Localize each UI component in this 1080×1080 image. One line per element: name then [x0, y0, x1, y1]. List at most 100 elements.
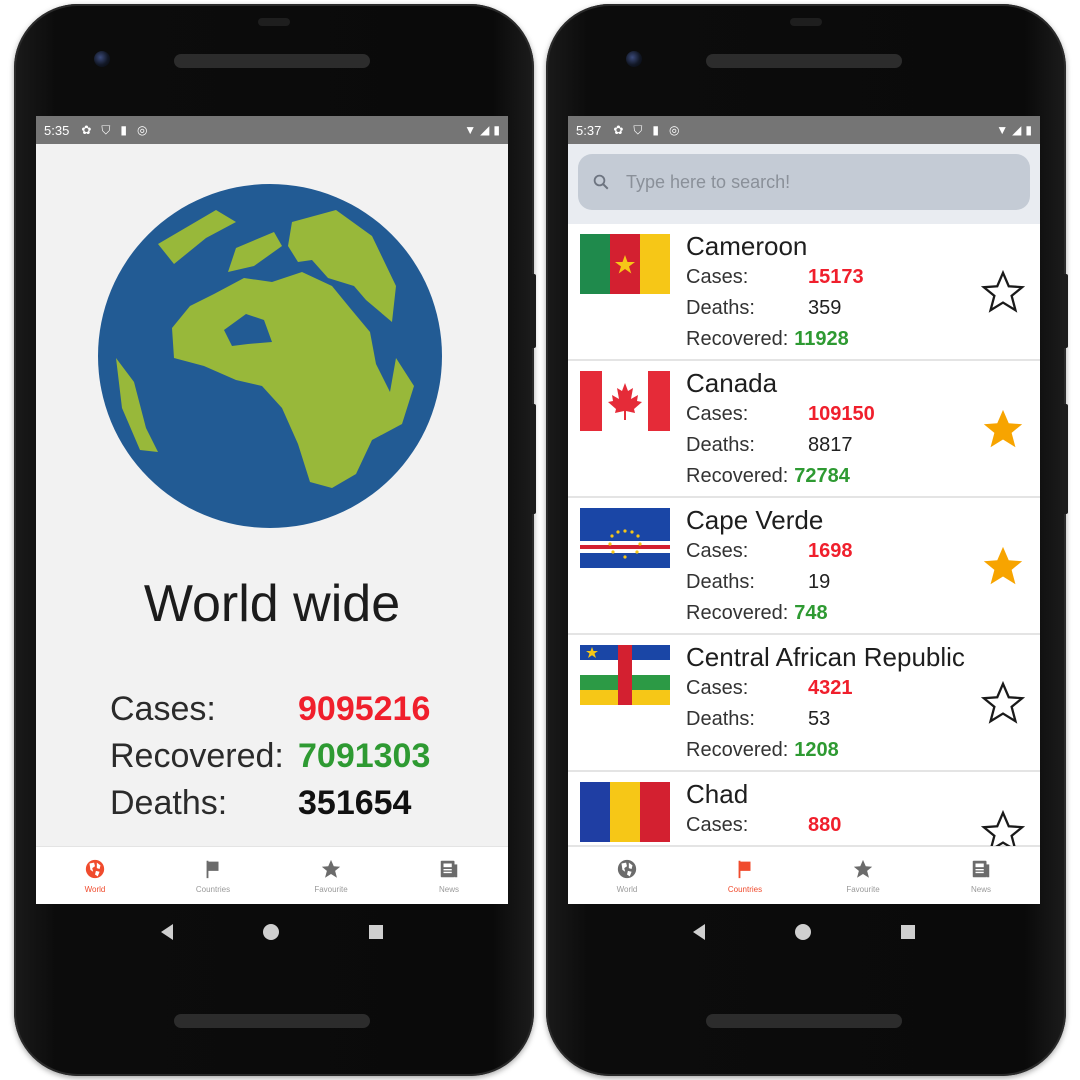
recovered-label: Recovered:	[686, 602, 789, 624]
volume-button	[530, 274, 536, 348]
flag-icon	[738, 860, 751, 878]
stat-row-deaths: Deaths: 351654	[110, 780, 470, 827]
status-bar: 5:37 ✿ ⛉ ▮ ◎ ▼ ◢ ▮	[568, 116, 1040, 144]
recovered-value: 1208	[794, 739, 839, 761]
speaker-top	[174, 54, 370, 68]
settings-icon: ✿	[613, 122, 624, 137]
earpiece	[790, 18, 822, 26]
globe-icon	[617, 859, 637, 878]
recovered-label: Recovered:	[686, 465, 789, 487]
battery-icon: ▮	[1025, 123, 1032, 137]
page-title: World wide	[143, 575, 401, 633]
chad-flag-icon	[580, 782, 670, 842]
country-row-cape-verde[interactable]: Cape Verde Cases: 1698 Deaths: 19 Recove…	[568, 498, 1040, 635]
front-camera	[626, 51, 642, 67]
search-bar[interactable]	[578, 154, 1030, 210]
nav-countries[interactable]: Countries	[686, 847, 804, 904]
nav-favourite[interactable]: Favourite	[804, 847, 922, 904]
stat-row-cases: Cases: 9095216	[110, 686, 470, 733]
nav-world[interactable]: World	[568, 847, 686, 904]
recovered-label: Recovered:	[686, 739, 789, 761]
star-icon	[853, 859, 873, 878]
recovered-value: 748	[794, 602, 828, 624]
nav-label: News	[970, 884, 991, 894]
deaths-label: Deaths:	[686, 571, 755, 593]
nav-favourite[interactable]: Favourite	[272, 847, 390, 904]
cases-value: 1698	[808, 540, 853, 562]
battery-icon: ▮	[493, 123, 500, 137]
nav-label: News	[438, 884, 459, 894]
phone-world: 5:35 ✿ ⛉ ▮ ◎ ▼ ◢ ▮ World wide Cases: 909…	[14, 4, 536, 1076]
nav-world[interactable]: World	[36, 847, 154, 904]
star-filled-icon[interactable]	[980, 543, 1026, 589]
star-filled-icon[interactable]	[980, 406, 1026, 452]
wifi-icon: ▼	[464, 123, 477, 137]
central-african-republic-flag-icon	[580, 645, 670, 705]
deaths-value: 19	[808, 571, 831, 593]
newspaper-icon	[972, 860, 990, 877]
speaker-bottom	[174, 1014, 370, 1028]
home-icon[interactable]	[263, 924, 279, 940]
nav-countries[interactable]: Countries	[154, 847, 272, 904]
status-time: 5:35	[44, 122, 70, 138]
nav-label: Favourite	[846, 884, 880, 894]
back-icon[interactable]	[161, 924, 173, 940]
world-screen: 5:35 ✿ ⛉ ▮ ◎ ▼ ◢ ▮ World wide Cases: 909…	[36, 116, 508, 904]
sd-card-icon: ▮	[120, 122, 127, 137]
recents-icon[interactable]	[369, 925, 383, 939]
country-name: Canada	[686, 368, 778, 398]
search-area	[568, 144, 1040, 224]
world-stats: Cases: 9095216 Recovered: 7091303 Deaths…	[110, 686, 470, 827]
volume-button	[1062, 274, 1068, 348]
country-list[interactable]: Cameroon Cases: 15173 Deaths: 359 Recove…	[568, 224, 1040, 846]
nav-label: World	[616, 884, 638, 894]
front-camera	[94, 51, 110, 67]
recents-icon[interactable]	[901, 925, 915, 939]
deaths-label: Deaths:	[686, 297, 755, 319]
search-icon	[593, 174, 609, 190]
recovered-line: Recovered: 1208	[686, 735, 1040, 766]
nav-label: Countries	[195, 884, 231, 894]
country-name: Chad	[686, 779, 749, 809]
stat-value-recovered: 7091303	[298, 737, 431, 775]
country-name: Cameroon	[686, 231, 808, 261]
cases-label: Cases:	[686, 814, 749, 836]
country-row-canada[interactable]: Canada Cases: 109150 Deaths: 8817 Recove…	[568, 361, 1040, 498]
star-outline-icon[interactable]	[980, 269, 1026, 315]
deaths-label: Deaths:	[686, 434, 755, 456]
country-row-cameroon[interactable]: Cameroon Cases: 15173 Deaths: 359 Recove…	[568, 224, 1040, 361]
accessibility-icon: ◎	[669, 122, 680, 137]
cameroon-flag-icon	[580, 234, 670, 294]
wifi-icon: ▼	[996, 123, 1009, 137]
shield-icon: ⛉	[101, 122, 111, 137]
nav-news[interactable]: News	[922, 847, 1040, 904]
globe-icon	[85, 859, 105, 878]
speaker-top	[706, 54, 902, 68]
home-icon[interactable]	[795, 924, 811, 940]
search-input[interactable]	[626, 171, 966, 193]
stat-value-deaths: 351654	[298, 784, 412, 822]
deaths-value: 359	[808, 297, 842, 319]
star-icon	[321, 859, 341, 878]
cases-label: Cases:	[686, 266, 749, 288]
recovered-value: 72784	[794, 465, 850, 487]
status-bar: 5:35 ✿ ⛉ ▮ ◎ ▼ ◢ ▮	[36, 116, 508, 144]
country-row-chad[interactable]: Chad Cases: 880	[568, 772, 1040, 846]
speaker-bottom	[706, 1014, 902, 1028]
nav-label: Favourite	[314, 884, 348, 894]
country-name: Central African Republic	[686, 642, 965, 672]
cases-value: 15173	[808, 266, 864, 288]
bottom-nav: World Countries Favourite News	[36, 846, 508, 904]
back-icon[interactable]	[693, 924, 705, 940]
system-nav	[568, 904, 1040, 960]
cases-value: 109150	[808, 403, 875, 425]
recovered-line: Recovered: 72784	[686, 461, 1040, 492]
canada-flag-icon	[580, 371, 670, 431]
deaths-value: 53	[808, 708, 831, 730]
shield-icon: ⛉	[633, 122, 643, 137]
country-row-central-african-republic[interactable]: Central African Republic Cases: 4321 Dea…	[568, 635, 1040, 772]
star-outline-icon[interactable]	[980, 809, 1026, 846]
star-outline-icon[interactable]	[980, 680, 1026, 726]
newspaper-icon	[440, 860, 458, 877]
nav-news[interactable]: News	[390, 847, 508, 904]
